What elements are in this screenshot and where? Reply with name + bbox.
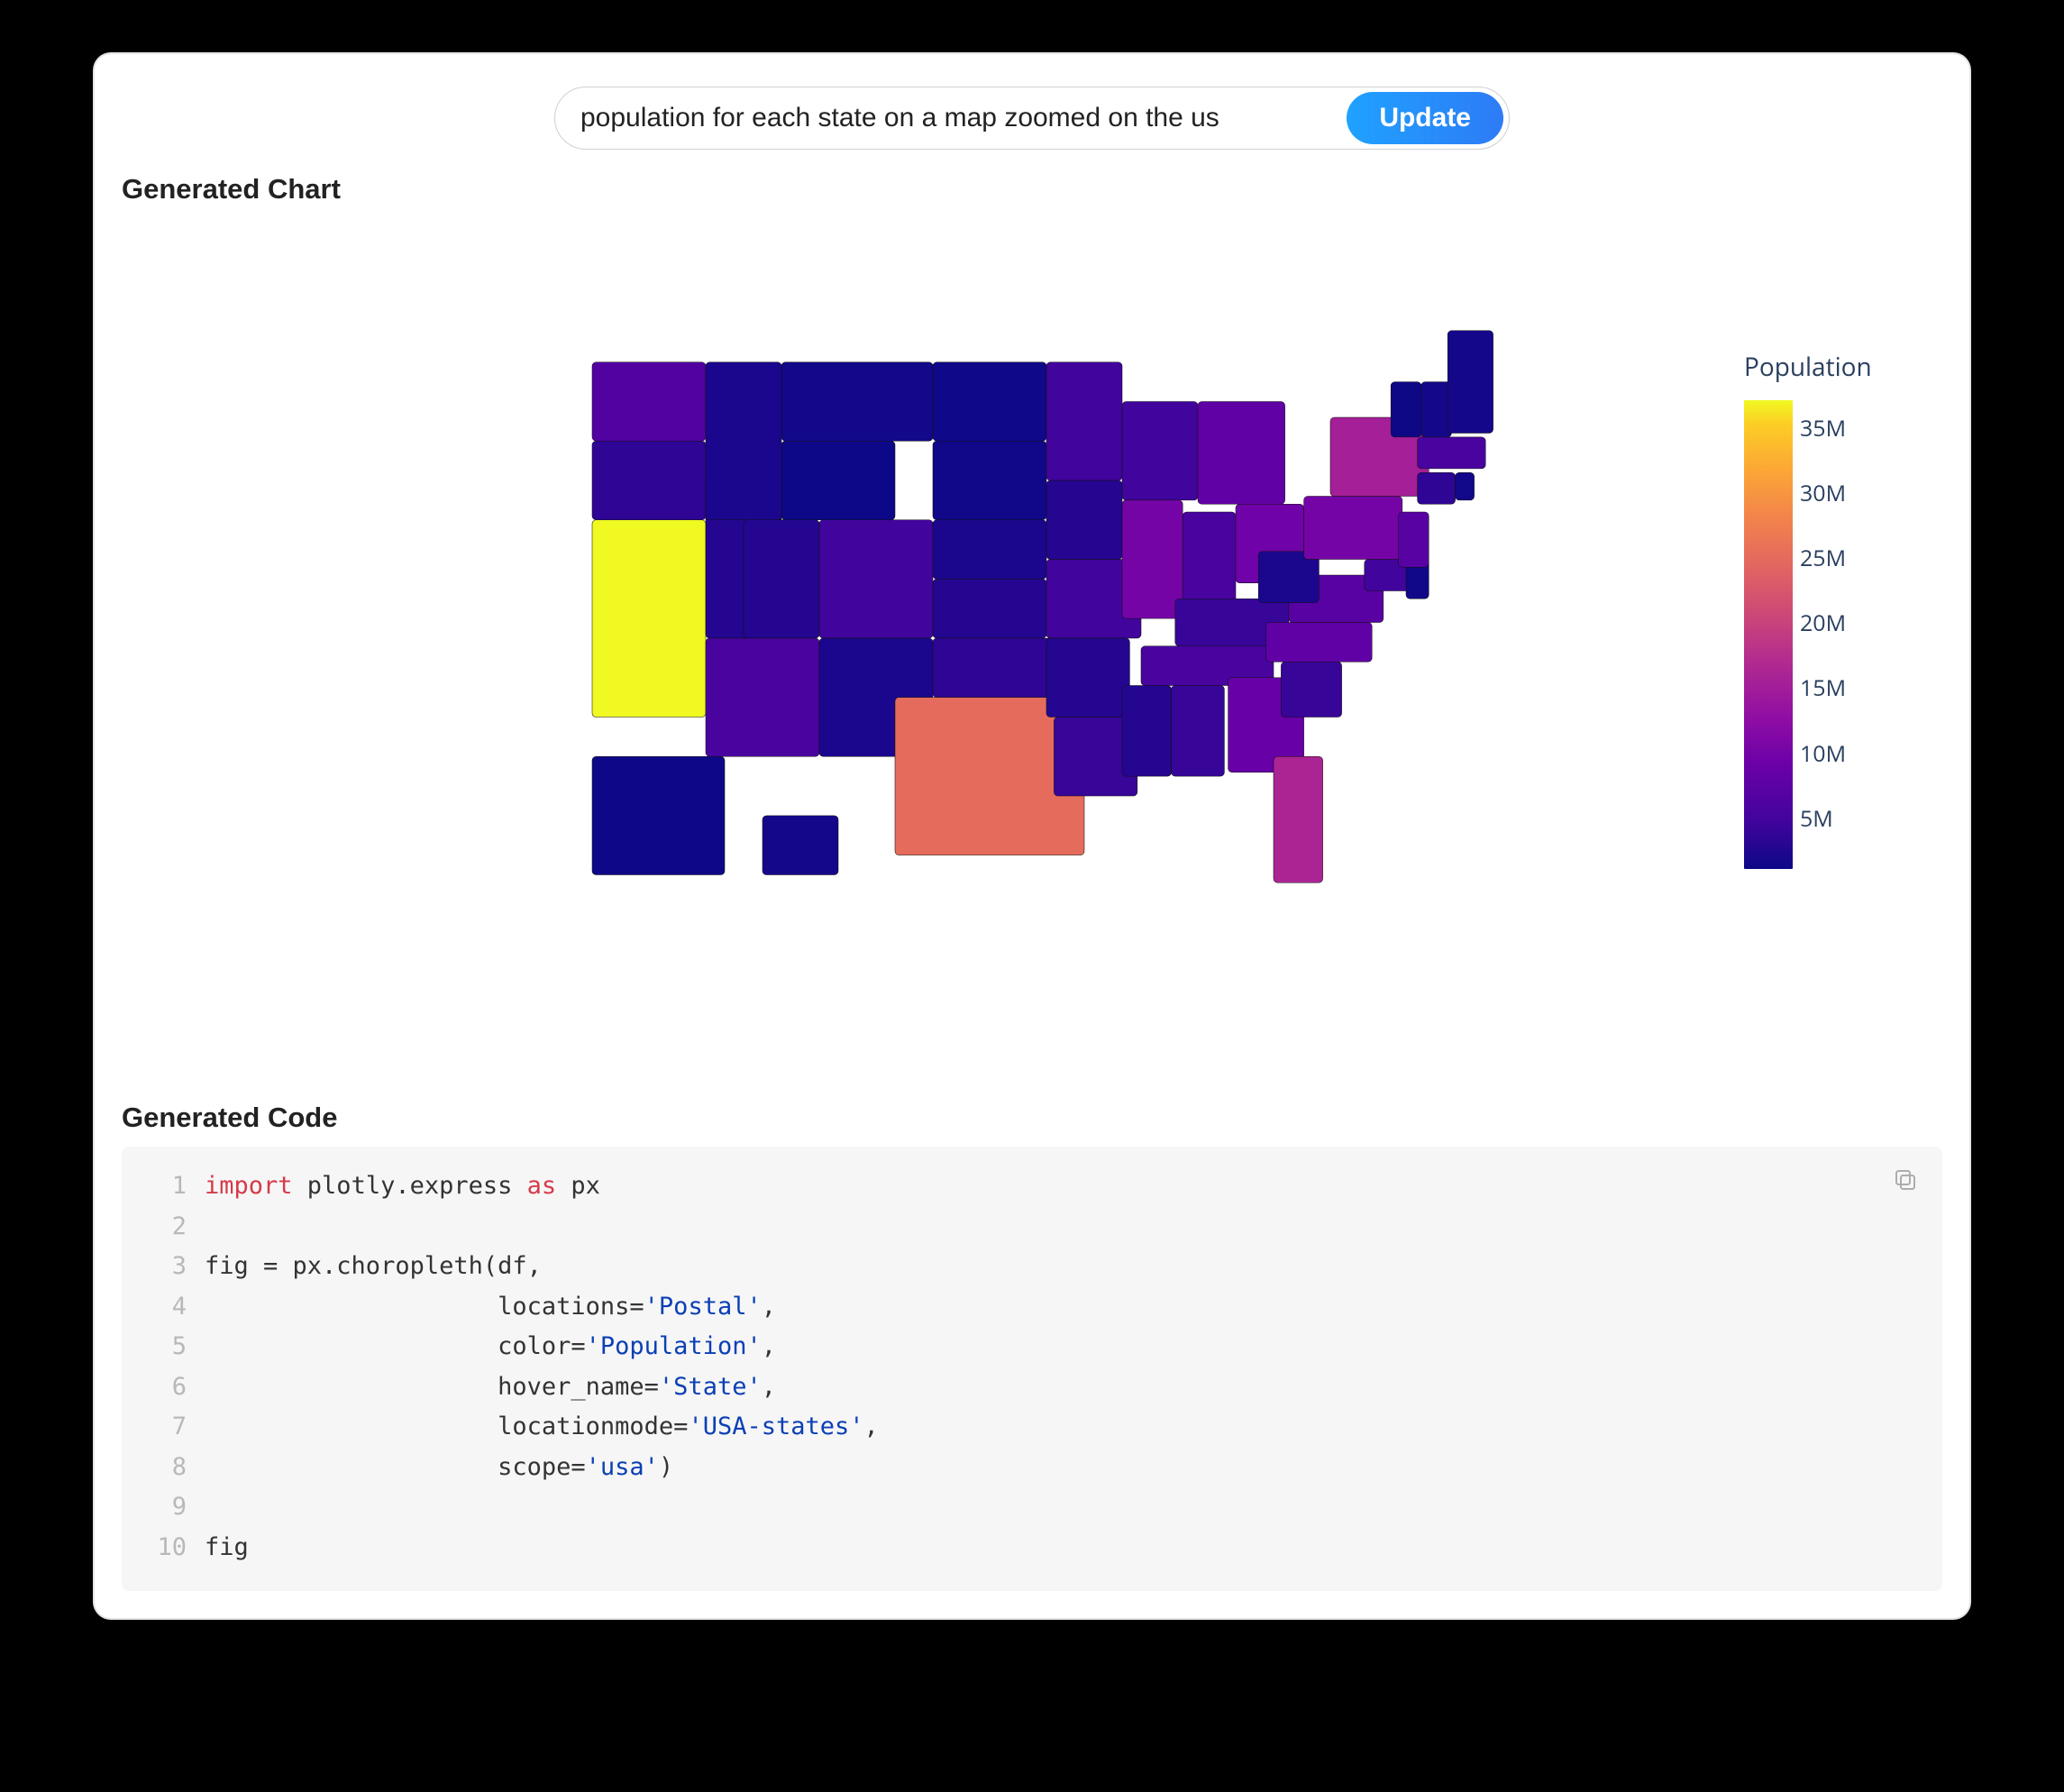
state-ME[interactable] [1448, 331, 1493, 434]
state-NE[interactable] [933, 520, 1046, 580]
code-text: fig = px.choropleth(df, [205, 1247, 542, 1287]
legend-tick: 20M [1800, 608, 1846, 638]
state-WA[interactable] [592, 362, 706, 442]
line-number: 6 [143, 1367, 187, 1408]
top-bar: Update [122, 87, 1942, 150]
line-number: 8 [143, 1448, 187, 1488]
state-CO[interactable] [819, 520, 933, 638]
state-NJ[interactable] [1399, 512, 1429, 567]
legend-ticks: 35M 30M 25M 20M 15M 10M 5M [1800, 400, 1872, 869]
code-line: 8 scope='usa') [143, 1448, 1921, 1488]
line-number: 3 [143, 1247, 187, 1287]
state-NH[interactable] [1421, 382, 1452, 437]
state-AL[interactable] [1172, 686, 1225, 777]
state-RI[interactable] [1456, 472, 1475, 500]
line-number: 9 [143, 1487, 187, 1528]
app-card: Update Generated Chart Population 35M30M… [95, 54, 1969, 1618]
state-OR[interactable] [592, 441, 706, 520]
code-line: 9 [143, 1487, 1921, 1528]
state-IN[interactable] [1183, 512, 1236, 603]
legend-title: Population [1744, 350, 1897, 384]
state-HI[interactable] [763, 816, 838, 875]
state-MA[interactable] [1418, 437, 1486, 469]
code-line: 2 [143, 1207, 1921, 1248]
legend-tick: 5M [1800, 803, 1833, 834]
state-IL[interactable] [1122, 500, 1183, 618]
code-line: 4 locations='Postal', [143, 1287, 1921, 1328]
state-MI[interactable] [1198, 402, 1285, 505]
state-SC[interactable] [1281, 662, 1341, 717]
code-line: 6 hover_name='State', [143, 1367, 1921, 1408]
code-line: 5 color='Population', [143, 1327, 1921, 1367]
state-UT[interactable] [744, 520, 819, 638]
code-text: import plotly.express as px [205, 1166, 600, 1207]
code-line: 7 locationmode='USA-states', [143, 1407, 1921, 1448]
legend-tick: 15M [1800, 672, 1846, 703]
generated-code-heading: Generated Code [122, 1102, 1942, 1134]
state-KS[interactable] [933, 579, 1046, 638]
code-line: 3 fig = px.choropleth(df, [143, 1247, 1921, 1287]
code-text: scope='usa') [205, 1448, 673, 1488]
state-WY[interactable] [781, 441, 895, 520]
state-NC[interactable] [1266, 623, 1373, 663]
search-wrap: Update [554, 87, 1510, 150]
state-WI[interactable] [1122, 402, 1198, 500]
state-PA[interactable] [1304, 497, 1402, 560]
line-number: 10 [143, 1528, 187, 1568]
code-text: color='Population', [205, 1327, 776, 1367]
line-number: 4 [143, 1287, 187, 1328]
state-ND[interactable] [933, 362, 1046, 442]
line-number: 1 [143, 1166, 187, 1207]
code-block: 1 import plotly.express as px 23 fig = px.c… [122, 1147, 1942, 1591]
line-number: 5 [143, 1327, 187, 1367]
line-number: 2 [143, 1207, 187, 1248]
code-line: 10 fig [143, 1528, 1921, 1568]
state-SD[interactable] [933, 441, 1046, 520]
state-MT[interactable] [781, 362, 933, 442]
legend-tick: 35M [1800, 413, 1846, 443]
state-CA[interactable] [592, 520, 706, 718]
state-VT[interactable] [1391, 382, 1421, 437]
color-legend: Population 35M 30M 25M 20M 15M 10M 5M [1744, 350, 1897, 869]
state-MS[interactable] [1122, 686, 1172, 777]
us-choropleth-map[interactable] [554, 323, 1501, 914]
code-text: fig [205, 1528, 249, 1568]
legend-tick: 25M [1800, 543, 1846, 573]
state-AZ[interactable] [706, 638, 819, 756]
state-IA[interactable] [1046, 480, 1122, 560]
state-CT[interactable] [1418, 472, 1456, 504]
code-text: hover_name='State', [205, 1367, 776, 1408]
chart-area: Population 35M 30M 25M 20M 15M 10M 5M [122, 215, 1942, 1080]
line-number: 7 [143, 1407, 187, 1448]
state-AR[interactable] [1046, 638, 1129, 718]
legend-tick: 10M [1800, 738, 1846, 769]
legend-tick: 30M [1800, 478, 1846, 508]
legend-colorbar [1744, 400, 1793, 869]
update-button[interactable]: Update [1347, 92, 1503, 144]
query-input[interactable] [580, 103, 1338, 133]
code-text: locationmode='USA-states', [205, 1407, 879, 1448]
copy-icon[interactable] [1892, 1166, 1919, 1193]
state-MN[interactable] [1046, 362, 1122, 480]
code-line: 1 import plotly.express as px [143, 1166, 1921, 1207]
code-text: locations='Postal', [205, 1287, 776, 1328]
state-OK[interactable] [933, 638, 1065, 698]
state-AK[interactable] [592, 756, 725, 874]
generated-chart-heading: Generated Chart [122, 173, 1942, 206]
state-ID[interactable] [706, 362, 781, 520]
state-FL[interactable] [1274, 756, 1323, 882]
